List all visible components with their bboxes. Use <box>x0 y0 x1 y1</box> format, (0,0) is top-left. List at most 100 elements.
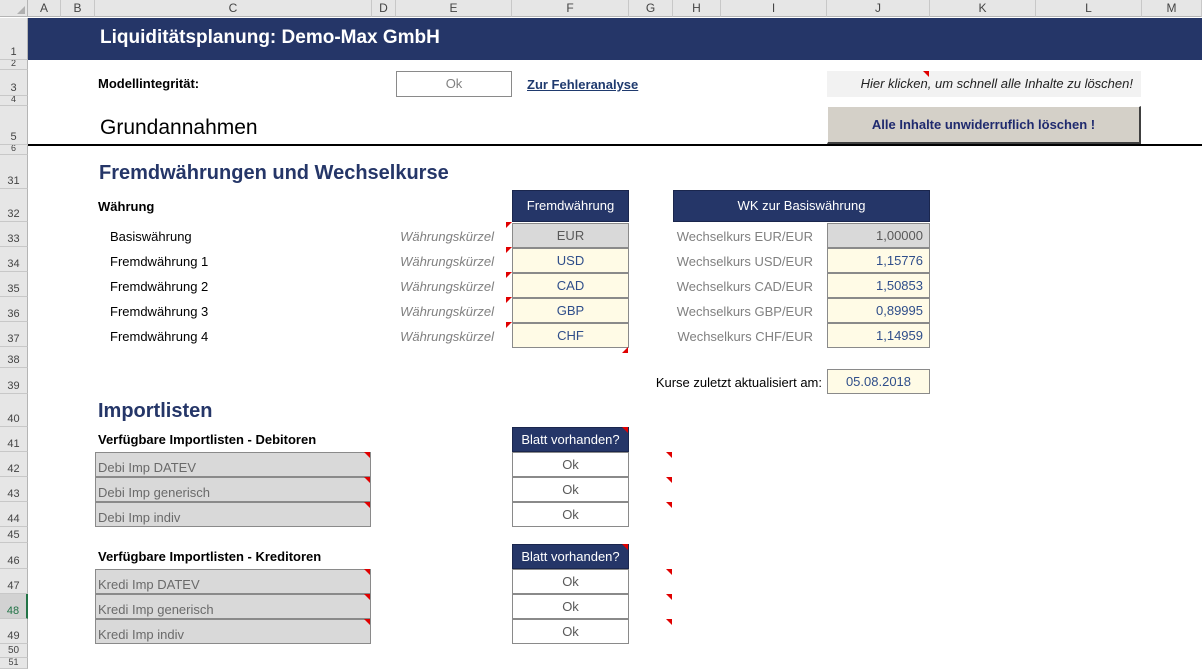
currency-hint: Währungskürzel <box>400 229 494 244</box>
row-header-50[interactable]: 50 <box>0 644 28 658</box>
row-header-42[interactable]: 42 <box>0 452 28 477</box>
comment-indicator <box>364 594 370 600</box>
row-header-51[interactable]: 51 <box>0 658 28 669</box>
row-header-49[interactable]: 49 <box>0 619 28 644</box>
clear-hint[interactable]: Hier klicken, um schnell alle Inhalte zu… <box>827 71 1141 97</box>
column-header-e[interactable]: E <box>396 0 512 17</box>
row-header-31[interactable]: 31 <box>0 155 28 189</box>
comment-indicator <box>364 619 370 625</box>
import-list-item[interactable]: Kredi Imp generisch <box>95 594 371 619</box>
column-header-j[interactable]: J <box>827 0 930 17</box>
column-header-a[interactable]: A <box>28 0 61 17</box>
rate-value: 1,00000 <box>827 223 930 248</box>
integrity-label: Modellintegrität: <box>98 76 200 91</box>
comment-indicator <box>666 452 672 458</box>
column-header-d[interactable]: D <box>372 0 396 17</box>
row-header-38[interactable]: 38 <box>0 347 28 368</box>
row-header-45[interactable]: 45 <box>0 527 28 543</box>
import-list-item[interactable]: Debi Imp generisch <box>95 477 371 502</box>
row-header-35[interactable]: 35 <box>0 272 28 297</box>
column-header-h[interactable]: H <box>673 0 721 17</box>
currency-name: Fremdwährung 4 <box>110 329 209 344</box>
sheet-status: Ok <box>512 452 629 477</box>
column-header-m[interactable]: M <box>1142 0 1202 17</box>
currency-label: Währung <box>98 199 155 214</box>
rate-input[interactable]: 1,50853 <box>827 273 930 298</box>
row-header-1[interactable]: 1 <box>0 18 28 60</box>
row-header-36[interactable]: 36 <box>0 297 28 322</box>
rate-label: Wechselkurs GBP/EUR <box>676 304 813 319</box>
currency-code-input[interactable]: CHF <box>512 323 629 348</box>
currency-name: Fremdwährung 3 <box>110 304 209 319</box>
debitoren-sheet-exists-header: Blatt vorhanden? <box>512 427 629 452</box>
delete-all-button[interactable]: Alle Inhalte unwiderruflich löschen ! <box>827 106 1141 144</box>
rate-label: Wechselkurs USD/EUR <box>676 254 813 269</box>
currency-name: Fremdwährung 1 <box>110 254 209 269</box>
row-header-6[interactable]: 6 <box>0 145 28 155</box>
rate-label: Wechselkurs CAD/EUR <box>676 279 813 294</box>
sheet-status: Ok <box>512 619 629 644</box>
comment-indicator <box>364 477 370 483</box>
page-title: Liquiditätsplanung: Demo-Max GmbH <box>100 27 440 48</box>
rate-input[interactable]: 0,89995 <box>827 298 930 323</box>
import-list-item[interactable]: Kredi Imp DATEV <box>95 569 371 594</box>
currency-code-input[interactable]: CAD <box>512 273 629 298</box>
row-header-33[interactable]: 33 <box>0 222 28 247</box>
rate-input[interactable]: 1,15776 <box>827 248 930 273</box>
currency-name: Fremdwährung 2 <box>110 279 209 294</box>
row-header-44[interactable]: 44 <box>0 502 28 527</box>
row-header-43[interactable]: 43 <box>0 477 28 502</box>
column-header-c[interactable]: C <box>95 0 372 17</box>
row-header-32[interactable]: 32 <box>0 189 28 222</box>
row-header-34[interactable]: 34 <box>0 247 28 272</box>
comment-indicator <box>666 569 672 575</box>
import-list-item[interactable]: Kredi Imp indiv <box>95 619 371 644</box>
debitoren-label: Verfügbare Importlisten - Debitoren <box>98 432 317 447</box>
column-header-i[interactable]: I <box>721 0 827 17</box>
row-header-4[interactable]: 4 <box>0 96 28 106</box>
import-list-item[interactable]: Debi Imp DATEV <box>95 452 371 477</box>
rate-label: Wechselkurs EUR/EUR <box>676 229 813 244</box>
currency-section-heading: Fremdwährungen und Wechselkurse <box>99 162 449 184</box>
rates-updated-label: Kurse zuletzt aktualisiert am: <box>655 375 822 390</box>
row-header-47[interactable]: 47 <box>0 569 28 594</box>
error-analysis-link[interactable]: Zur Fehleranalyse <box>527 77 638 92</box>
row-header-41[interactable]: 41 <box>0 427 28 452</box>
import-section-heading: Importlisten <box>98 400 213 422</box>
import-list-item[interactable]: Debi Imp indiv <box>95 502 371 527</box>
column-header-g[interactable]: G <box>629 0 673 17</box>
currency-name: Basiswährung <box>110 229 192 244</box>
row-header-39[interactable]: 39 <box>0 368 28 394</box>
row-header-40[interactable]: 40 <box>0 394 28 427</box>
column-header-b[interactable]: B <box>61 0 95 17</box>
currency-code-input[interactable]: USD <box>512 248 629 273</box>
currency-code-input[interactable]: EUR <box>512 223 629 248</box>
currency-hint: Währungskürzel <box>400 279 494 294</box>
comment-indicator <box>666 619 672 625</box>
rate-label: Wechselkurs CHF/EUR <box>677 329 813 344</box>
row-header-5[interactable]: 5 <box>0 106 28 145</box>
currency-code-input[interactable]: GBP <box>512 298 629 323</box>
integrity-status: Ok <box>396 71 512 97</box>
comment-indicator <box>666 502 672 508</box>
kreditoren-label: Verfügbare Importlisten - Kreditoren <box>98 549 322 564</box>
sheet-status: Ok <box>512 569 629 594</box>
row-header-3[interactable]: 3 <box>0 70 28 96</box>
column-header-k[interactable]: K <box>930 0 1036 17</box>
rate-input[interactable]: 1,14959 <box>827 323 930 348</box>
comment-indicator <box>666 477 672 483</box>
comment-indicator <box>622 347 628 353</box>
column-header-f[interactable]: F <box>512 0 629 17</box>
row-header-37[interactable]: 37 <box>0 322 28 347</box>
row-header-2[interactable]: 2 <box>0 60 28 70</box>
select-all-corner[interactable] <box>0 0 28 17</box>
comment-indicator <box>923 71 929 77</box>
sheet-status: Ok <box>512 502 629 527</box>
sheet-status: Ok <box>512 477 629 502</box>
rates-updated-date-input[interactable]: 05.08.2018 <box>827 369 930 394</box>
column-header-l[interactable]: L <box>1036 0 1142 17</box>
grundannahmen-heading: Grundannahmen <box>100 116 258 139</box>
row-header-48[interactable]: 48 <box>0 594 28 619</box>
comment-indicator <box>364 569 370 575</box>
row-header-46[interactable]: 46 <box>0 543 28 569</box>
